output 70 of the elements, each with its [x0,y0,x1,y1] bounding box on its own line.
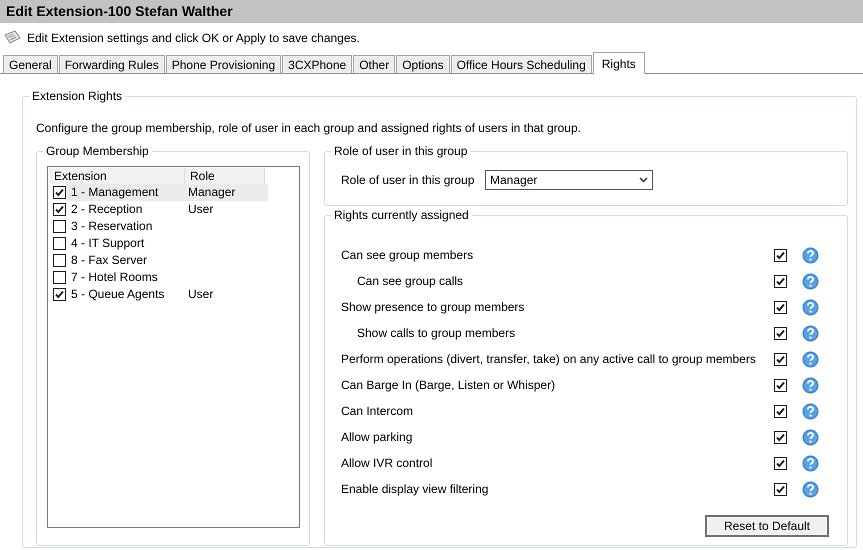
role-dropdown[interactable]: Manager [485,170,653,190]
list-item[interactable]: 1 - Management [66,184,184,201]
role-text: Manager [184,184,268,201]
reset-to-default-button[interactable]: Reset to Default [705,515,829,537]
checkbox[interactable] [774,248,787,262]
tab[interactable]: Phone Provisioning [166,55,282,73]
list-item[interactable]: 2 - Reception [66,201,184,218]
help-icon[interactable] [802,298,819,316]
right-label: Enable display view filtering [341,482,490,496]
description: Configure the group membership, role of user in each group and assigned rights of users in that group. [36,121,582,135]
checkbox[interactable] [53,186,66,199]
tab[interactable]: Forwarding Rules [58,55,165,73]
checkbox[interactable] [774,430,787,444]
list-item[interactable]: 8 - Fax Server [66,252,184,269]
checkbox[interactable] [53,237,66,250]
checkbox[interactable] [53,254,66,267]
role-text: User [187,286,214,303]
column-header: Extension [49,168,185,184]
checkbox[interactable] [774,404,787,418]
help-icon[interactable] [802,480,819,498]
checkbox[interactable] [774,456,787,470]
help-icon[interactable] [802,454,819,472]
right-label: Allow parking [341,430,414,444]
right-label: Allow IVR control [341,456,434,470]
section-title: Group Membership [43,144,152,158]
help-icon[interactable] [802,272,819,290]
right-label: Can see group calls [356,274,464,288]
hint-text: Edit Extension settings and click OK or Apply to save changes. [27,31,360,45]
help-icon[interactable] [802,350,819,368]
right-label: Can see group members [341,248,474,262]
checkbox[interactable] [774,274,787,288]
section-title: Extension Rights [29,89,126,103]
tab[interactable]: Options [396,55,450,73]
tab[interactable]: General [3,55,58,73]
help-icon[interactable] [802,246,819,264]
section-title: Role of user in this group [331,144,470,158]
right-label: Show presence to group members [341,300,526,314]
checkbox[interactable] [774,482,787,496]
checkbox[interactable] [53,288,66,301]
help-icon[interactable] [802,324,819,342]
section-title: Rights currently assigned [331,208,472,222]
tab[interactable]: Other [353,55,396,73]
right-label: Can Intercom [341,404,414,418]
list-item[interactable]: 3 - Reservation [66,218,184,235]
window-title: Edit Extension-100 Stefan Walther [0,0,863,23]
list-item[interactable]: 5 - Queue Agents [66,286,184,303]
checkbox[interactable] [53,220,66,233]
checkbox[interactable] [53,203,66,216]
tab[interactable]: Rights [592,52,645,74]
chevron-down-icon [639,176,648,182]
right-label: Perform operations (divert, transfer, take) on any active call to group members [341,352,757,366]
group-list[interactable]: Extension Role 1 - Management Manager 2 - Reception User 3 - Reservation 4 - IT Support 8 - Fax Server 7 - Hotel Rooms 5 - Queue Agents User [47,166,300,528]
right-label: Show calls to group members [356,326,516,340]
tab[interactable]: 3CXPhone [282,55,352,73]
right-label: Can Barge In (Barge, Listen or Whisper) [341,378,556,392]
tab[interactable]: Office Hours Scheduling [450,55,592,73]
role-label: Role of user in this group [341,172,476,186]
list-item[interactable]: 7 - Hotel Rooms [66,269,184,286]
list-item[interactable]: 4 - IT Support [66,235,184,252]
help-icon[interactable] [802,402,819,420]
checkbox[interactable] [774,378,787,392]
checkbox[interactable] [774,300,787,314]
help-icon[interactable] [802,376,819,394]
phone-icon [3,30,21,46]
checkbox[interactable] [774,352,787,366]
checkbox[interactable] [53,271,66,284]
role-text: User [187,201,214,218]
column-header: Role [185,168,265,184]
checkbox[interactable] [774,326,787,340]
help-icon[interactable] [802,428,819,446]
